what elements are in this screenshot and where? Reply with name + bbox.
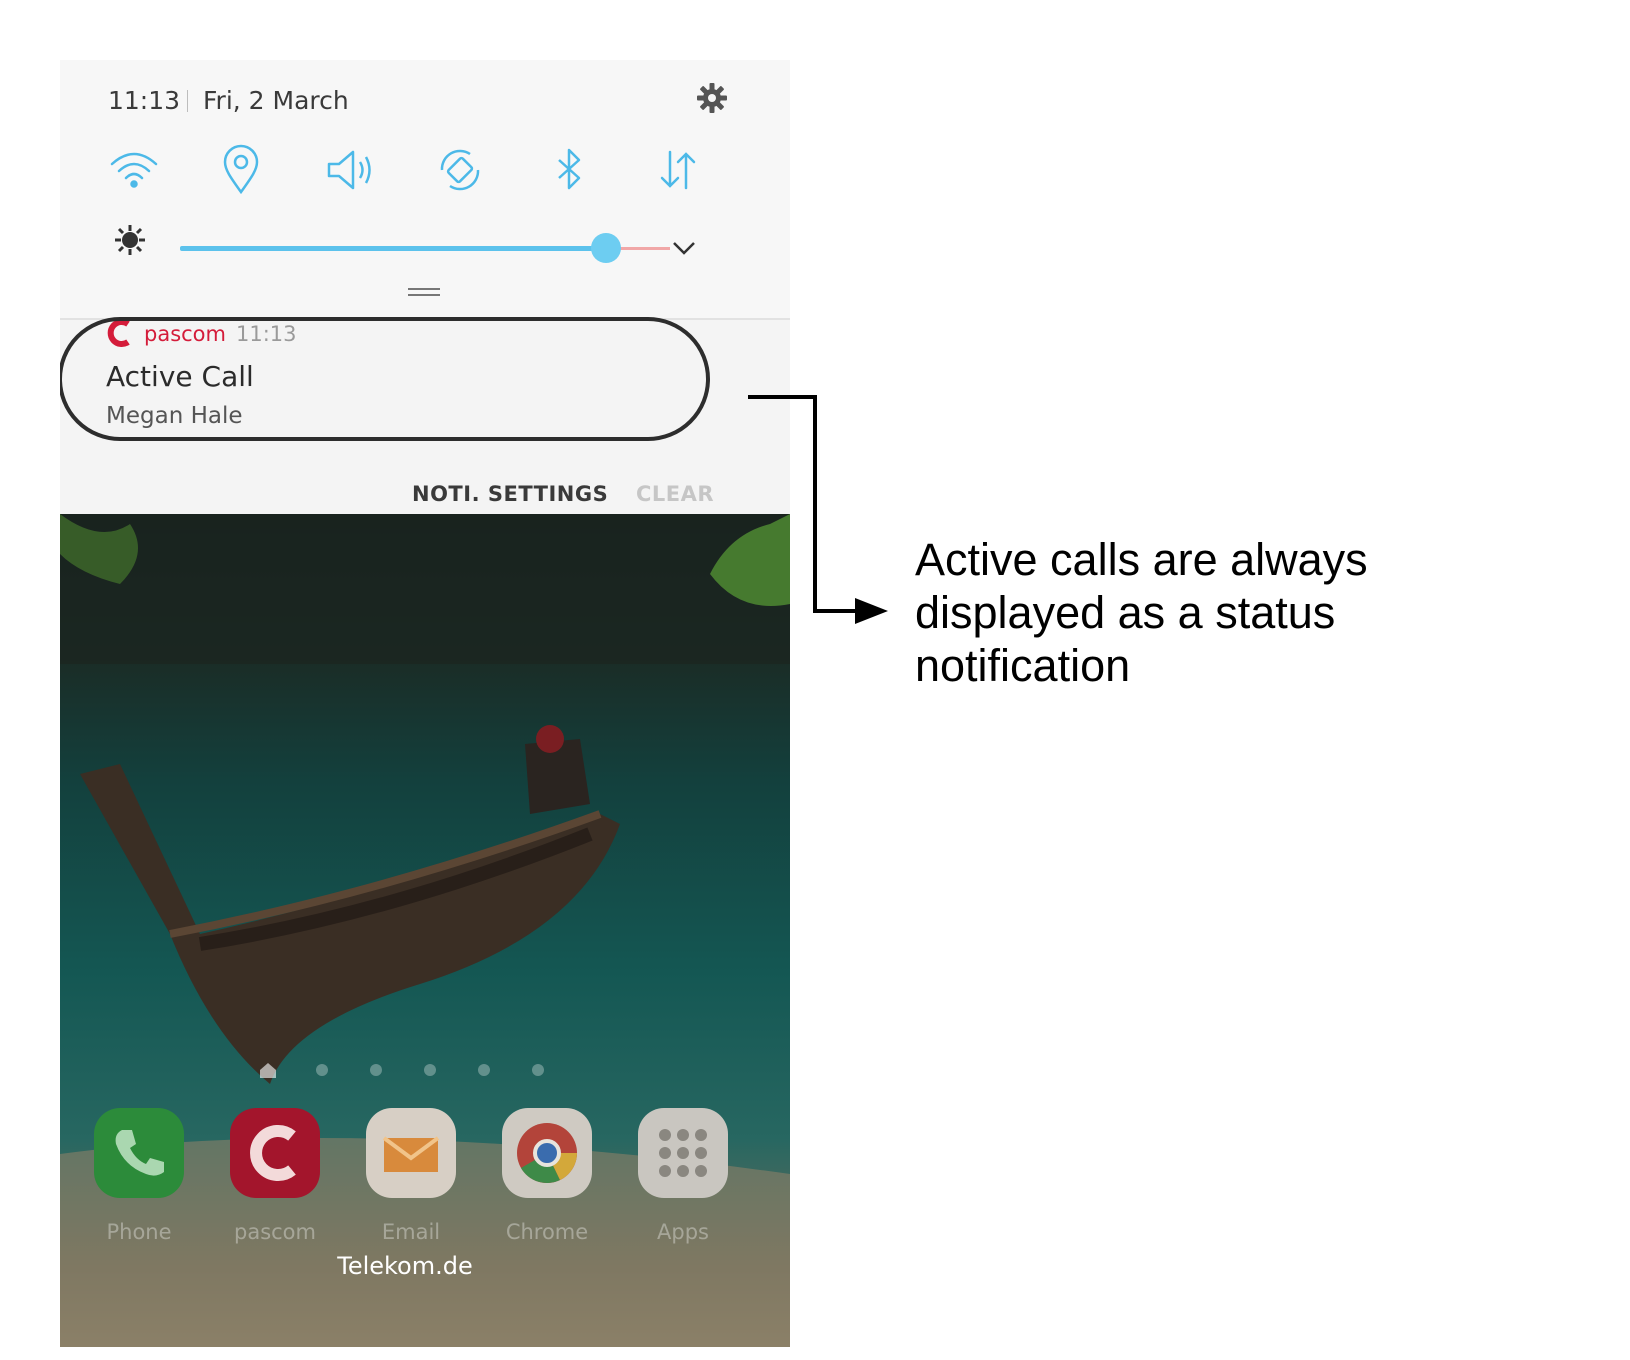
callout-text: Active calls are always displayed as a s… [915,534,1368,691]
